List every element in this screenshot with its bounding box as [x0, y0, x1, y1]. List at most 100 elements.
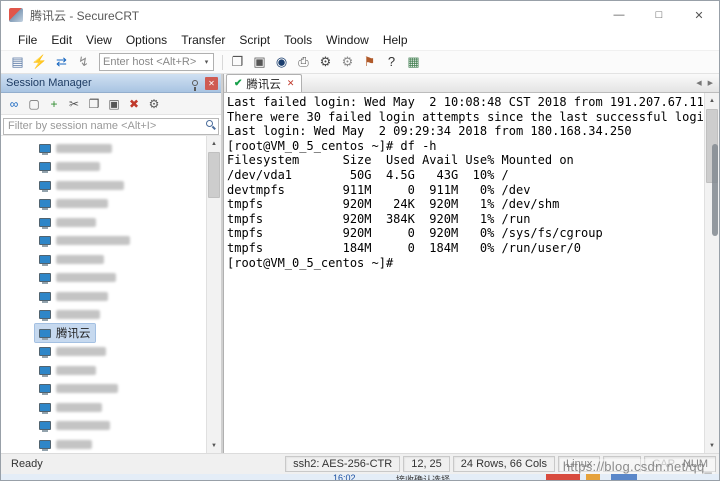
session-filter [1, 115, 221, 136]
blurred-session-label [56, 421, 110, 430]
pin-icon[interactable] [192, 80, 198, 86]
add-session-icon[interactable]: + [45, 95, 63, 113]
session-tree-item[interactable] [1, 435, 206, 453]
panel-close-icon[interactable]: ✕ [205, 77, 218, 90]
terminal-line: /dev/vda1 50G 4.5G 43G 10% / [227, 168, 703, 183]
menu-item[interactable]: Script [232, 31, 277, 49]
session-tree-item-tencent-cloud[interactable]: 腾讯云 [1, 324, 206, 343]
terminal-line: Filesystem Size Used Avail Use% Mounted … [227, 153, 703, 168]
menu-item[interactable]: Tools [277, 31, 319, 49]
terminal-line: Last login: Wed May 2 09:29:34 2018 from… [227, 124, 703, 139]
menu-item[interactable]: Options [119, 31, 174, 49]
session-filter-input[interactable] [3, 118, 219, 135]
session-monitor-icon [39, 162, 51, 171]
session-dialog-icon[interactable]: ▤ [7, 52, 28, 72]
session-monitor-icon [39, 347, 51, 356]
tab-close-icon[interactable]: ✕ [287, 78, 295, 89]
session-tree-item[interactable] [1, 343, 206, 362]
scroll-up-icon[interactable]: ▲ [207, 136, 221, 151]
main-toolbar: ▤⚡⇄↯ ▾ ❐▣◉⎙⚙⚙⚑?▦ [1, 50, 719, 74]
copy-icon[interactable]: ❐ [227, 52, 248, 72]
close-button[interactable]: ✕ [679, 1, 719, 29]
tab-tencent-cloud[interactable]: ✔ 腾讯云 ✕ [226, 74, 302, 92]
tab-scroll-left-icon[interactable]: ◀ [696, 79, 701, 87]
session-tree-item[interactable] [1, 232, 206, 251]
session-manager-toolbar: ∞▢+✂❐▣✖⚙ [1, 93, 221, 115]
title-bar: 腾讯云 - SecureCRT — □ ✕ [1, 1, 719, 29]
status-field: 12, 25 [403, 456, 450, 472]
delete-icon[interactable]: ✖ [125, 95, 143, 113]
session-monitor-icon [39, 440, 51, 449]
scroll-down-icon[interactable]: ▼ [207, 438, 221, 453]
quick-connect-icon[interactable]: ⚡ [29, 52, 50, 72]
menu-item[interactable]: Help [376, 31, 415, 49]
terminal-line: tmpfs 920M 384K 920M 1% /run [227, 212, 703, 227]
keyboard-map-icon[interactable]: ▦ [403, 52, 424, 72]
tab-bar: ✔ 腾讯云 ✕ ◀ ▶ [224, 74, 719, 93]
menu-item[interactable]: Transfer [174, 31, 232, 49]
session-label: 腾讯云 [56, 325, 91, 341]
tab-scroll-right-icon[interactable]: ▶ [708, 79, 713, 87]
tab-label: 腾讯云 [246, 76, 281, 92]
find-icon[interactable]: ◉ [271, 52, 292, 72]
session-tree-item[interactable] [1, 417, 206, 436]
session-tree-item[interactable] [1, 158, 206, 177]
blurred-session-label [56, 162, 100, 171]
session-tree-item[interactable] [1, 287, 206, 306]
securecrt-window: 腾讯云 - SecureCRT — □ ✕ FileEditViewOption… [0, 0, 720, 481]
print-icon[interactable]: ⎙ [293, 52, 314, 72]
session-tree-item[interactable] [1, 269, 206, 288]
minimize-button[interactable]: — [599, 1, 639, 29]
session-tree-item[interactable] [1, 176, 206, 195]
session-tree-item[interactable] [1, 213, 206, 232]
app-icon [9, 8, 23, 22]
terminal[interactable]: Last failed login: Wed May 2 10:08:48 CS… [224, 93, 719, 453]
viewer-scrollbar-thumb[interactable] [712, 144, 718, 236]
scroll-down-icon[interactable]: ▼ [705, 438, 719, 453]
window-controls: — □ ✕ [599, 1, 719, 29]
reconnect-icon[interactable]: ⇄ [51, 52, 72, 72]
session-tree-item[interactable] [1, 380, 206, 399]
toolbar-separator [222, 55, 223, 70]
disconnect-icon[interactable]: ↯ [73, 52, 94, 72]
host-dropdown-icon[interactable]: ▾ [200, 58, 213, 66]
help-icon[interactable]: ? [381, 52, 402, 72]
connect-session-icon[interactable]: ∞ [5, 95, 23, 113]
paste-icon[interactable]: ▣ [249, 52, 270, 72]
menu-item[interactable]: Edit [44, 31, 79, 49]
tree-scrollbar[interactable]: ▲ ▼ [206, 136, 221, 453]
session-monitor-icon [39, 199, 51, 208]
csdn-watermark: https://blog.csdn.net/qq_ [560, 459, 715, 474]
new-session-icon[interactable]: ▢ [25, 95, 43, 113]
session-tree-item[interactable] [1, 306, 206, 325]
host-combo: ▾ [99, 53, 214, 71]
status-field: ssh2: AES-256-CTR [285, 456, 400, 472]
copy-icon[interactable]: ❐ [85, 95, 103, 113]
host-input[interactable] [100, 54, 200, 70]
session-tree-item[interactable] [1, 361, 206, 380]
session-tree-item[interactable] [1, 195, 206, 214]
blurred-session-label [56, 440, 92, 449]
blurred-session-label [56, 144, 112, 153]
cut-icon[interactable]: ✂ [65, 95, 83, 113]
menu-item[interactable]: View [79, 31, 119, 49]
menu-item[interactable]: File [11, 31, 44, 49]
maximize-button[interactable]: □ [639, 1, 679, 29]
session-manager-panel: Session Manager ✕ ∞▢+✂❐▣✖⚙ ▲ ▼ [1, 74, 223, 453]
main-area: Session Manager ✕ ∞▢+✂❐▣✖⚙ ▲ ▼ [1, 74, 719, 453]
menu-item[interactable]: Window [319, 31, 376, 49]
session-monitor-icon [39, 144, 51, 153]
options-icon[interactable]: ⚙ [315, 52, 336, 72]
properties-icon[interactable]: ⚙ [145, 95, 163, 113]
session-options-icon[interactable]: ⚙ [337, 52, 358, 72]
session-tree-item[interactable] [1, 250, 206, 269]
flag-icon[interactable]: ⚑ [359, 52, 380, 72]
session-tree-item[interactable] [1, 139, 206, 158]
blurred-session-label [56, 236, 130, 245]
scroll-up-icon[interactable]: ▲ [705, 93, 719, 108]
paste-icon[interactable]: ▣ [105, 95, 123, 113]
blurred-session-label [56, 199, 108, 208]
terminal-line: devtmpfs 911M 0 911M 0% /dev [227, 183, 703, 198]
tree-scrollbar-thumb[interactable] [208, 152, 220, 198]
session-tree-item[interactable] [1, 398, 206, 417]
